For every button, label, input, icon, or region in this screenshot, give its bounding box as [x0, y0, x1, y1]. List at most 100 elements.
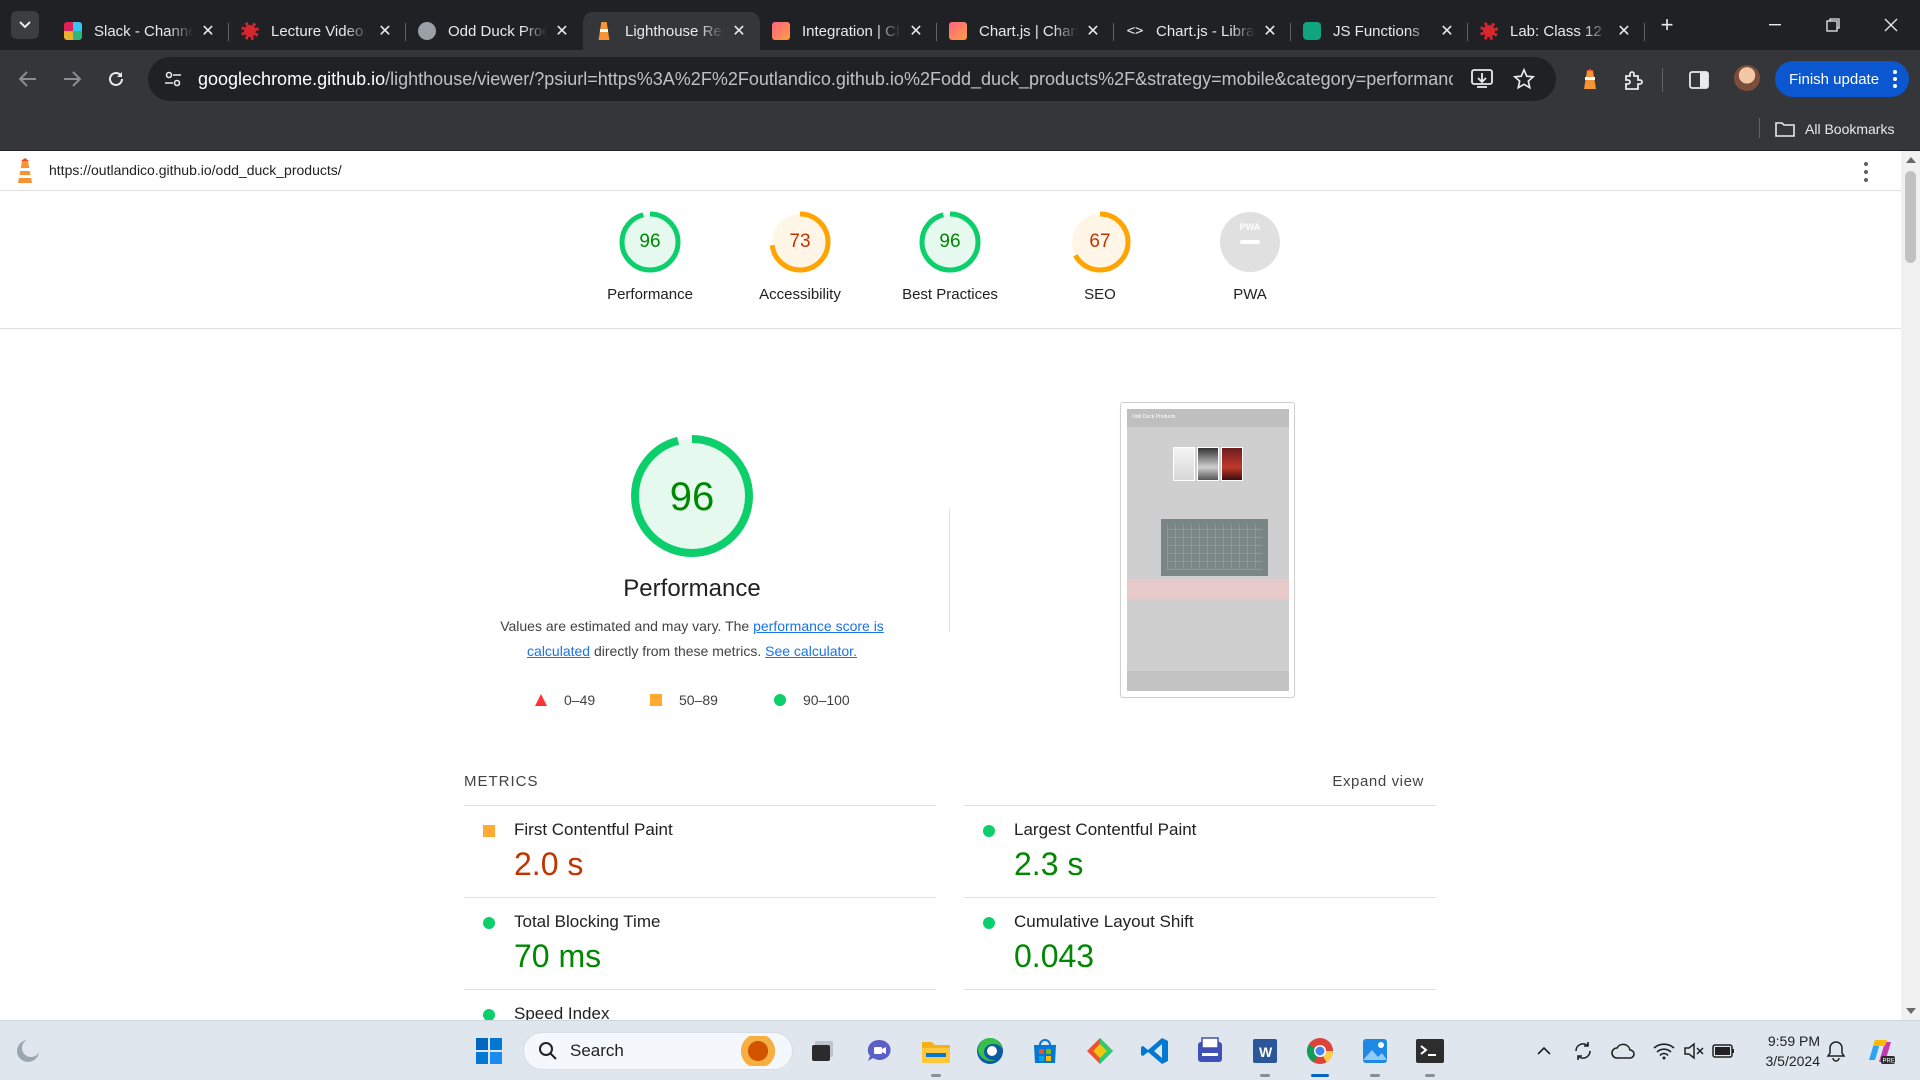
- system-clock[interactable]: 9:59 PM 3/5/2024: [1748, 1031, 1821, 1071]
- svg-text:W: W: [1259, 1044, 1273, 1060]
- tab-integration-chartjs[interactable]: Integration | Chart.js ✕: [760, 12, 937, 50]
- tab-search-button[interactable]: [11, 11, 39, 39]
- side-panel-icon[interactable]: [1687, 68, 1711, 92]
- notifications-bell-icon[interactable]: [1824, 1039, 1848, 1063]
- start-button[interactable]: [471, 1033, 507, 1069]
- photos-app-icon[interactable]: [1357, 1033, 1393, 1077]
- profile-avatar[interactable]: [1734, 65, 1760, 91]
- microsoft-store-icon[interactable]: [1027, 1033, 1063, 1069]
- lighthouse-extension-icon[interactable]: [1578, 68, 1602, 92]
- minimize-button[interactable]: [1746, 0, 1804, 50]
- install-app-icon[interactable]: [1469, 66, 1495, 92]
- close-icon[interactable]: ✕: [1615, 22, 1633, 40]
- report-tools-menu[interactable]: [1863, 162, 1869, 182]
- gauge-best-practices[interactable]: 96 Best Practices: [875, 210, 1025, 303]
- tab-chartjs[interactable]: Chart.js | Chart.js ✕: [937, 12, 1114, 50]
- extensions-puzzle-icon[interactable]: [1622, 68, 1646, 92]
- scroll-up-arrow-icon[interactable]: [1906, 157, 1916, 163]
- volume-muted-icon[interactable]: [1682, 1039, 1706, 1063]
- tab-slack[interactable]: Slack - Channel ✕: [52, 12, 229, 50]
- tab-js-functions[interactable]: JS Functions ✕: [1291, 12, 1468, 50]
- scrollbar-thumb[interactable]: [1905, 171, 1916, 263]
- tab-title: Odd Duck Products: [448, 22, 547, 40]
- close-icon[interactable]: ✕: [730, 22, 748, 40]
- close-icon[interactable]: ✕: [1438, 22, 1456, 40]
- close-icon[interactable]: ✕: [376, 22, 394, 40]
- desc-text: Values are estimated and may vary. The: [500, 618, 754, 634]
- close-icon[interactable]: ✕: [907, 22, 925, 40]
- vscode-icon[interactable]: [1137, 1033, 1173, 1069]
- back-button[interactable]: [10, 61, 46, 97]
- onedrive-cloud-icon[interactable]: [1611, 1039, 1635, 1063]
- expand-view-toggle[interactable]: Expand view: [1332, 773, 1424, 790]
- running-indicator: [931, 1074, 941, 1077]
- circle-icon: [983, 825, 995, 837]
- sync-icon[interactable]: [1571, 1039, 1595, 1063]
- tab-lighthouse[interactable]: Lighthouse Report ✕: [583, 12, 760, 50]
- metrics-header: METRICS Expand view: [464, 773, 1424, 793]
- thumbnail-results: [1127, 579, 1289, 599]
- search-placeholder: Search: [570, 1041, 624, 1060]
- tab-lab-class-12[interactable]: Lab: Class 12 ✕: [1468, 12, 1645, 50]
- finish-update-label: Finish update: [1789, 70, 1880, 88]
- see-calculator-link[interactable]: See calculator.: [765, 643, 857, 659]
- battery-icon[interactable]: [1712, 1039, 1736, 1063]
- close-window-button[interactable]: [1862, 0, 1920, 50]
- square-icon: [650, 694, 662, 706]
- git-kraken-icon[interactable]: [1082, 1033, 1118, 1069]
- reload-icon: [109, 71, 123, 86]
- finish-update-button[interactable]: Finish update: [1775, 61, 1909, 97]
- final-screenshot-thumbnail[interactable]: Odd Duck Products: [1120, 402, 1295, 698]
- reload-button[interactable]: [98, 61, 134, 97]
- close-icon[interactable]: ✕: [1261, 22, 1279, 40]
- tab-title: Lab: Class 12: [1510, 22, 1602, 40]
- word-document-icon[interactable]: W: [1247, 1033, 1283, 1077]
- forward-button[interactable]: [54, 61, 90, 97]
- bookmarks-bar: All Bookmarks: [0, 108, 1920, 151]
- file-explorer-icon[interactable]: [918, 1033, 954, 1077]
- performance-score: 96: [669, 475, 715, 519]
- site-info-icon[interactable]: [160, 66, 186, 92]
- bookmark-star-icon[interactable]: [1511, 66, 1537, 92]
- page-scrollbar[interactable]: [1901, 151, 1920, 1020]
- close-icon[interactable]: ✕: [553, 22, 571, 40]
- gauge-pwa[interactable]: PWA PWA: [1175, 210, 1325, 303]
- minimize-icon: [1769, 24, 1781, 26]
- new-tab-button[interactable]: +: [1651, 9, 1683, 41]
- teams-chat-icon[interactable]: [861, 1033, 897, 1069]
- copilot-icon[interactable]: PRE: [1865, 1036, 1895, 1066]
- gauge-performance[interactable]: 96 Performance: [575, 210, 725, 303]
- desc-text: directly from these metrics.: [590, 643, 766, 659]
- address-bar[interactable]: googlechrome.github.io/lighthouse/viewer…: [148, 57, 1556, 101]
- chartjs-icon: [949, 22, 967, 40]
- print-app-icon[interactable]: [1192, 1033, 1228, 1069]
- taskbar-search-box[interactable]: Search: [523, 1032, 793, 1070]
- metric-largest-contentful-paint: Largest Contentful Paint 2.3 s: [964, 805, 1436, 897]
- close-icon[interactable]: ✕: [1084, 22, 1102, 40]
- tab-lecture-video[interactable]: Lecture Video ✕: [229, 12, 406, 50]
- gauge-accessibility[interactable]: 73 Accessibility: [725, 210, 875, 303]
- all-bookmarks-button[interactable]: All Bookmarks: [1775, 116, 1894, 142]
- report-url-link[interactable]: https://outlandico.github.io/odd_duck_pr…: [49, 162, 342, 178]
- edge-icon[interactable]: [972, 1033, 1008, 1069]
- code-icon: <>: [1126, 23, 1144, 39]
- chrome-icon[interactable]: [1302, 1033, 1338, 1077]
- metric-value: 2.3 s: [1014, 846, 1084, 882]
- gauge-seo[interactable]: 67 SEO: [1025, 210, 1175, 303]
- task-view-icon[interactable]: [805, 1033, 841, 1069]
- show-hidden-icons-chevron-up-icon[interactable]: [1532, 1039, 1556, 1063]
- tab-odd-duck[interactable]: Odd Duck Products ✕: [406, 12, 583, 50]
- metric-value: 70 ms: [514, 938, 602, 974]
- terminal-icon[interactable]: [1412, 1033, 1448, 1077]
- gauge-score: 73: [789, 231, 811, 252]
- svg-text:PRE: PRE: [1883, 1059, 1895, 1065]
- wifi-icon[interactable]: [1652, 1039, 1676, 1063]
- restore-button[interactable]: [1804, 0, 1862, 50]
- close-icon[interactable]: ✕: [199, 22, 217, 40]
- menu-dots-icon: [1893, 70, 1897, 88]
- address-url[interactable]: googlechrome.github.io/lighthouse/viewer…: [198, 69, 1453, 90]
- scroll-down-arrow-icon[interactable]: [1906, 1008, 1916, 1014]
- weather-widget-icon[interactable]: [10, 1033, 46, 1069]
- tab-chartjs-library[interactable]: <> Chart.js - Library ✕: [1114, 12, 1291, 50]
- codefellows-icon: [241, 22, 259, 40]
